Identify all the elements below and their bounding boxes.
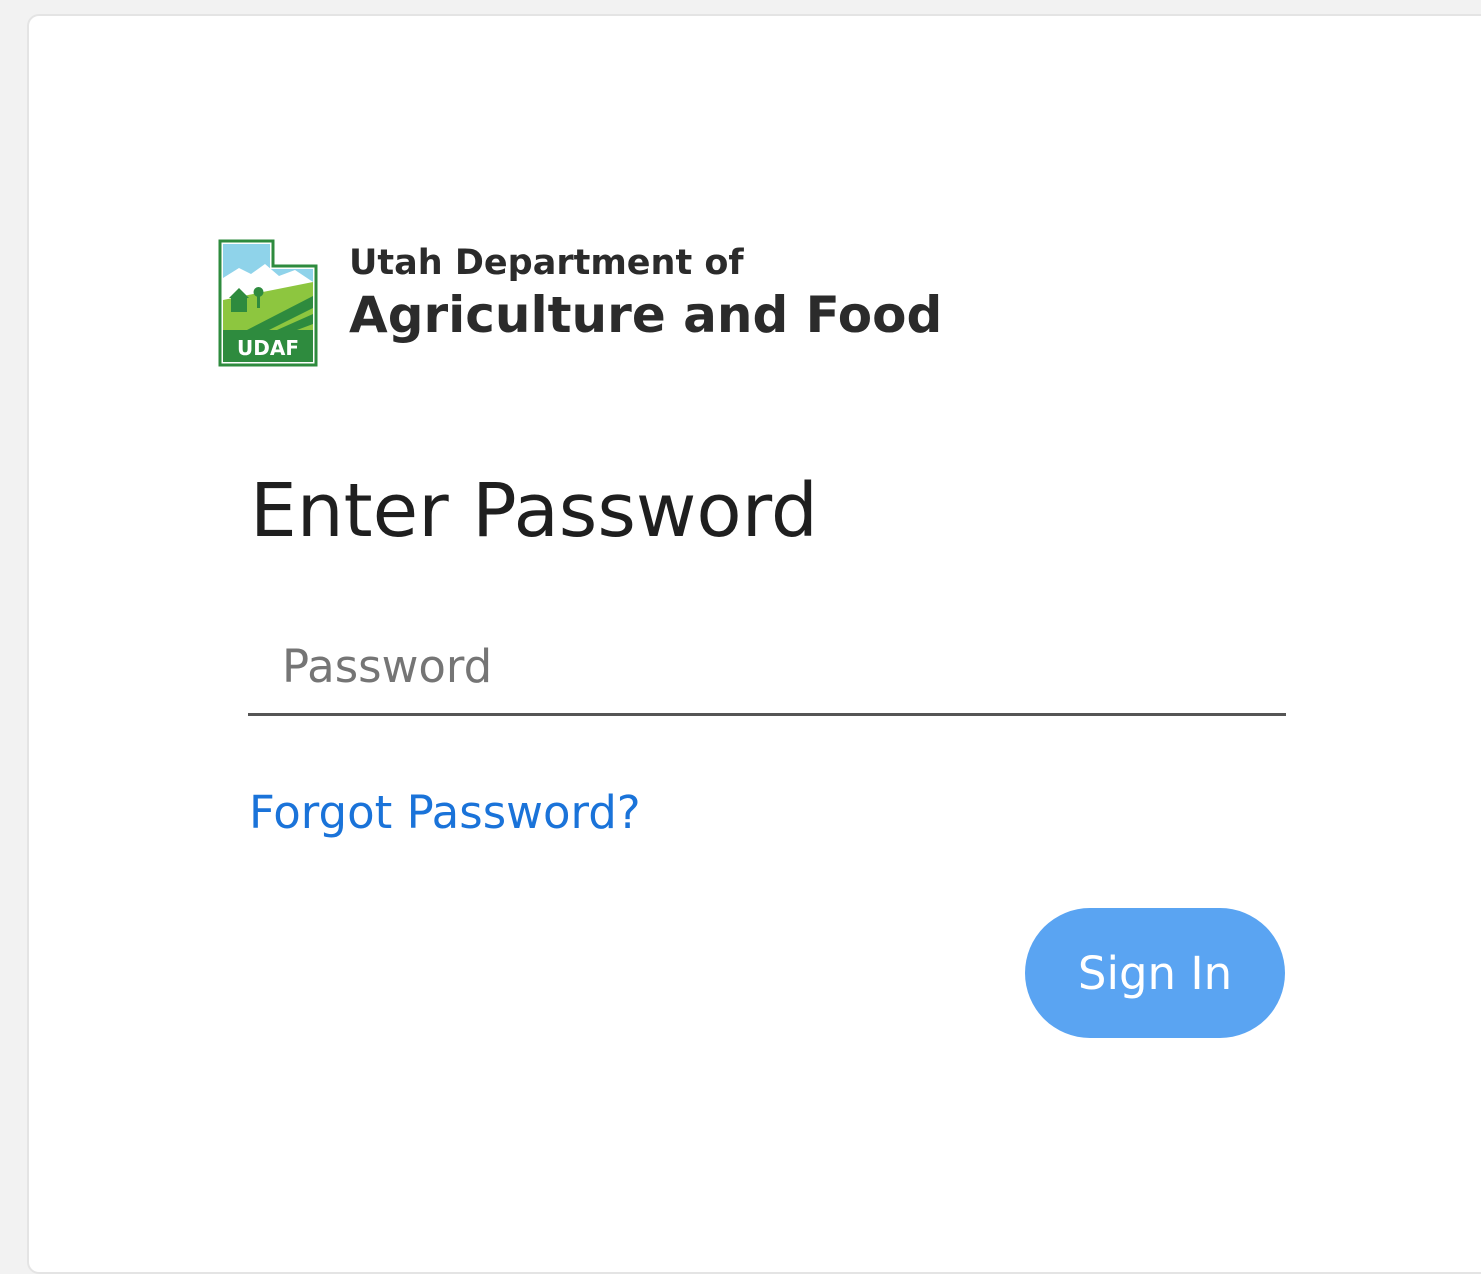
logo-line-agency: Agriculture and Food xyxy=(349,286,943,344)
logo-wordmark: Utah Department of Agriculture and Food xyxy=(349,242,942,346)
udaf-badge-text: UDAF xyxy=(237,336,299,360)
sign-in-button[interactable]: Sign In xyxy=(1025,908,1285,1038)
forgot-password-link[interactable]: Forgot Password? xyxy=(249,780,641,846)
page-title: Enter Password xyxy=(250,468,818,554)
password-input[interactable] xyxy=(248,620,1286,716)
udaf-logo: UDAF Utah Department of Agriculture and … xyxy=(217,238,942,368)
udaf-logo-mark: UDAF xyxy=(218,239,318,367)
logo-line-department: Utah Department of xyxy=(349,243,744,283)
